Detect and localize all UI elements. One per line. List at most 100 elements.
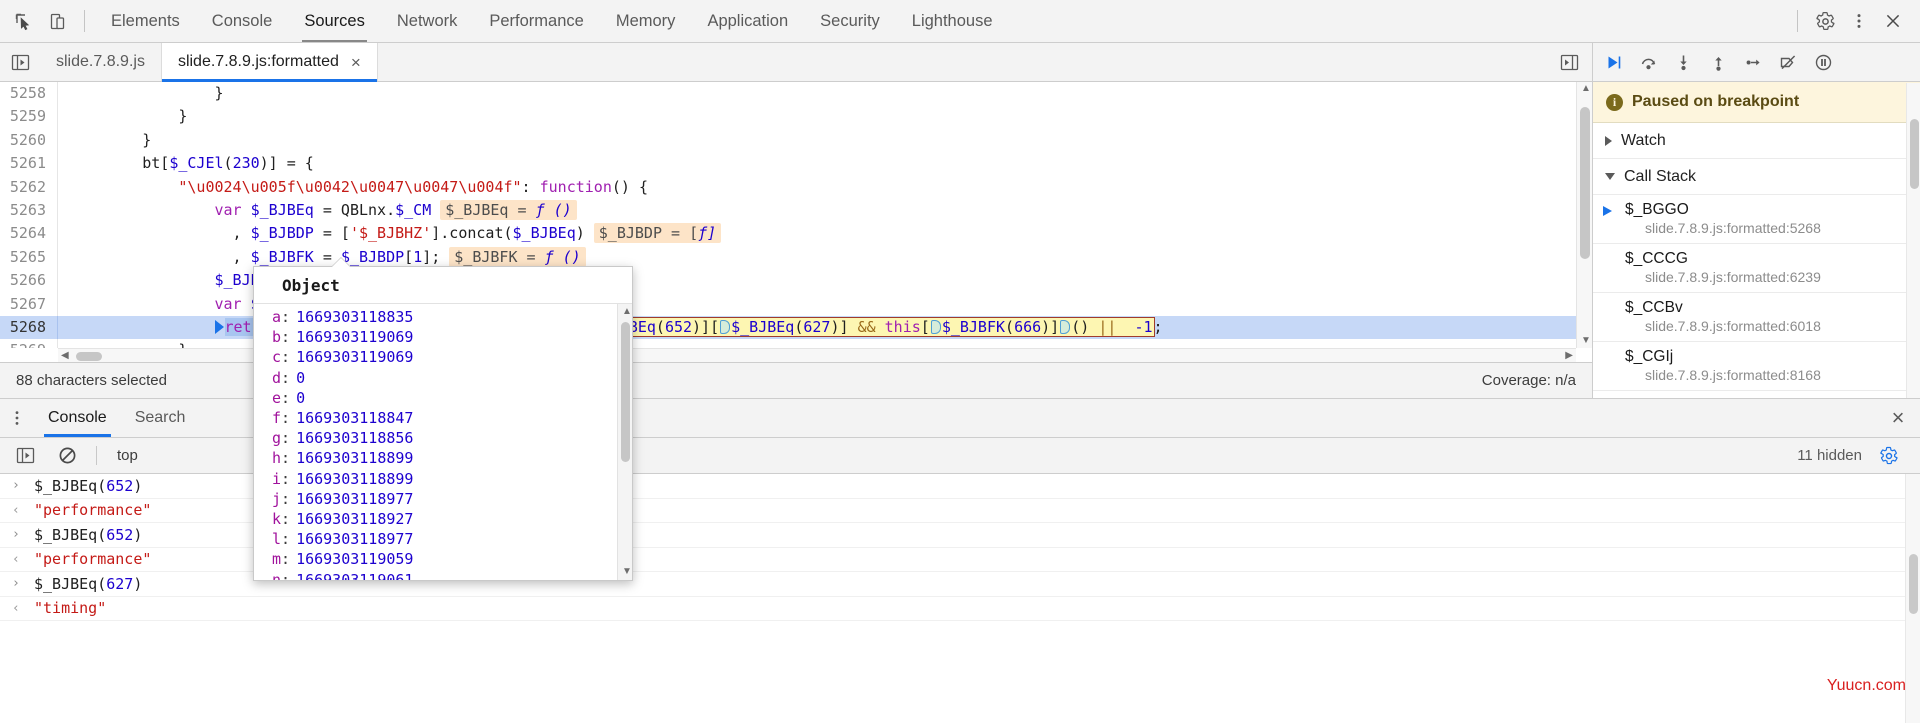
deactivate-breakpoints-icon[interactable] [1772,47,1805,77]
code-line[interactable]: 5268 return window[$_BJBEq(652)] && wind… [0,315,1576,340]
scroll-right-arrow[interactable]: ▶ [1565,351,1573,361]
object-property-row[interactable]: i:1669303118899 [254,469,632,489]
popover-vertical-scrollbar[interactable]: ▲ ▼ [617,304,632,580]
popover-vertical-scroll-thumb[interactable] [621,322,630,462]
file-tab-slide-js-formatted[interactable]: slide.7.8.9.js:formatted × [161,43,378,82]
object-property-row[interactable]: j:1669303118977 [254,489,632,509]
code-line[interactable]: 5263 var $_BJBEq = QBLnx.$_CM $_BJBEq = ƒ… [0,198,1576,223]
line-number[interactable]: 5262 [0,175,58,199]
call-stack-frame[interactable]: $_CCBv slide.7.8.9.js:formatted:6018 [1593,293,1920,342]
panel-tab-security[interactable]: Security [804,0,896,42]
code-line[interactable]: 5265 , $_BJBFK = $_BJBDP[1]; $_BJBFK = ƒ … [0,245,1576,270]
step-into-icon[interactable] [1667,47,1700,77]
object-value-chip-icon[interactable] [1060,319,1071,334]
object-value-chip-icon[interactable] [930,319,941,334]
console-sidebar-icon[interactable] [8,439,42,473]
show-navigator-icon[interactable] [0,43,40,81]
panel-tab-elements[interactable]: Elements [95,0,196,42]
line-number[interactable]: 5264 [0,222,58,246]
code-line[interactable]: 5269 }, [0,339,1576,348]
call-stack-frame-location[interactable]: slide.7.8.9.js:formatted:6018 [1605,318,1908,334]
gear-icon[interactable] [1808,4,1842,38]
object-property-row[interactable]: f:1669303118847 [254,408,632,428]
line-number[interactable]: 5266 [0,269,58,293]
line-number[interactable]: 5258 [0,82,58,106]
panel-tab-memory[interactable]: Memory [600,0,692,42]
line-number[interactable]: 5263 [0,198,58,223]
code-line[interactable]: 5267 var $_BJBGZ = $_BJBDP[0];$_BJBGZ = … [0,292,1576,316]
object-property-row[interactable]: c:1669303119069 [254,347,632,367]
close-icon[interactable] [1876,4,1910,38]
code-editor[interactable]: 5258 } 5259 } 5260 } 5261 bt[$_CJEl(230)] =… [0,82,1592,362]
step-out-icon[interactable] [1702,47,1735,77]
drawer-tab-search[interactable]: Search [121,399,200,437]
editor-vertical-scrollbar[interactable]: ▲ ▼ [1576,82,1592,348]
no-entry-icon[interactable] [50,439,84,473]
panel-tab-console[interactable]: Console [196,0,289,42]
scroll-up-arrow[interactable]: ▲ [622,307,632,317]
code-line[interactable]: 5259 } [0,105,1576,129]
code-line-text[interactable]: , $_BJBDP = ['$_BJBHZ'].concat($_BJBEq) $… [58,222,1576,245]
resume-script-icon[interactable] [1597,47,1630,77]
line-number[interactable]: 5267 [0,292,58,316]
code-line[interactable]: 5264 , $_BJBDP = ['$_BJBHZ'].concat($_BJ… [0,222,1576,246]
call-stack-frame-location[interactable]: slide.7.8.9.js:formatted:8168 [1605,367,1908,383]
scroll-down-arrow[interactable]: ▼ [1581,336,1591,346]
call-stack-section-header[interactable]: Call Stack [1593,159,1920,195]
call-stack-frame[interactable]: (anonymous)slide.7.8.9.js:formatted:1728… [1593,391,1920,398]
code-line-text[interactable]: } [58,129,1576,152]
call-stack-frame[interactable]: $_CGIj slide.7.8.9.js:formatted:8168 [1593,342,1920,391]
line-number[interactable]: 5261 [0,152,58,176]
debugger-vertical-scrollbar[interactable] [1906,83,1920,398]
step-icon[interactable] [1737,47,1770,77]
code-line[interactable]: 5258 } [0,82,1576,106]
code-line-text[interactable]: } [58,105,1576,128]
panel-tab-sources[interactable]: Sources [288,0,381,42]
object-property-row[interactable]: k:1669303118927 [254,509,632,529]
scroll-left-arrow[interactable]: ◀ [61,351,69,361]
object-property-row[interactable]: d:0 [254,368,632,388]
line-number[interactable]: 5265 [0,245,58,270]
editor-vertical-scroll-thumb[interactable] [1580,107,1590,259]
panel-tab-lighthouse[interactable]: Lighthouse [896,0,1009,42]
code-line-text[interactable]: bt[$_CJEl(230)] = { [58,152,1576,175]
close-icon[interactable]: × [1876,399,1920,437]
console-vertical-scrollbar[interactable] [1905,474,1920,723]
object-property-row[interactable]: a:1669303118835 [254,307,632,327]
inline-variable-value[interactable]: $_BJBDP = [ƒ] [593,223,722,244]
kebab-menu-icon[interactable] [1842,4,1876,38]
call-stack-frame-location[interactable]: slide.7.8.9.js:formatted:6239 [1605,269,1908,285]
console-vertical-scroll-thumb[interactable] [1909,554,1918,614]
scroll-down-arrow[interactable]: ▼ [622,567,632,577]
show-debugger-sidebar-icon[interactable] [1552,45,1586,79]
debugger-vertical-scroll-thumb[interactable] [1910,119,1919,189]
call-stack-frame-location[interactable]: slide.7.8.9.js:formatted:5268 [1605,220,1908,236]
file-tab-slide-js[interactable]: slide.7.8.9.js [40,43,162,81]
object-property-row[interactable]: g:1669303118856 [254,428,632,448]
editor-horizontal-scroll-thumb[interactable] [76,352,102,361]
object-value-chip-icon[interactable] [720,319,731,334]
object-property-row[interactable]: l:1669303118977 [254,529,632,549]
line-number[interactable]: 5259 [0,105,58,129]
inline-variable-value[interactable]: $_BJBFK = ƒ () [449,246,586,267]
object-property-row[interactable]: m:1669303119059 [254,549,632,569]
drawer-tab-console[interactable]: Console [34,399,121,437]
inspect-cursor-icon[interactable] [6,4,40,38]
device-toolbar-icon[interactable] [40,4,74,38]
object-property-row[interactable]: n:1669303119061 [254,570,632,580]
inline-variable-value[interactable]: $_BJBEq = ƒ () [440,199,577,220]
line-number[interactable]: 5260 [0,128,58,153]
scroll-up-arrow[interactable]: ▲ [1581,84,1591,94]
line-number[interactable]: 5269 [0,339,58,348]
code-line[interactable]: 5260 } [0,128,1576,153]
code-line[interactable]: 5261 bt[$_CJEl(230)] = { [0,152,1576,176]
line-number[interactable]: 5268 [0,315,58,340]
code-line-text[interactable]: "\u0024\u005f\u0042\u0047\u0047\u004f": … [58,176,1576,199]
object-property-row[interactable]: b:1669303119069 [254,327,632,347]
code-line[interactable]: 5266 $_BJBDP.shift(); [0,269,1576,293]
kebab-menu-icon[interactable] [0,399,34,437]
code-line-text[interactable]: var $_BJBEq = QBLnx.$_CM $_BJBEq = ƒ () [58,199,1576,222]
code-line-text[interactable]: } [58,82,1576,105]
panel-tab-network[interactable]: Network [381,0,474,42]
panel-tab-application[interactable]: Application [691,0,804,42]
